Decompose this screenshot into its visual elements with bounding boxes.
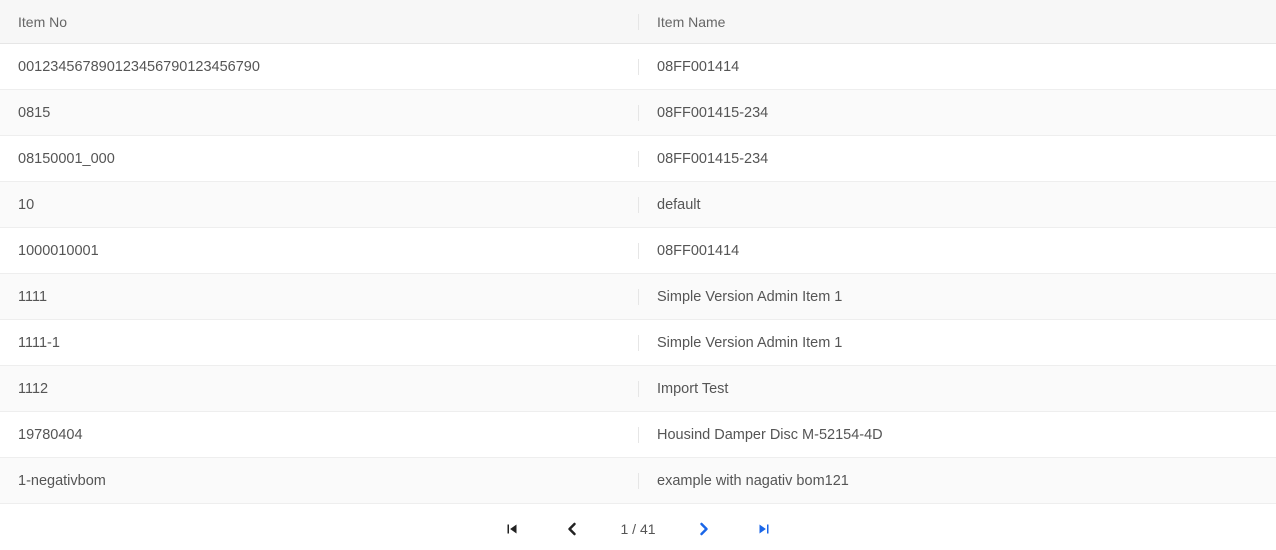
pager-last-button[interactable] bbox=[752, 517, 776, 541]
data-table: Item No Item Name 0012345678901234567901… bbox=[0, 0, 1276, 504]
cell-item-no: 0815 bbox=[0, 105, 638, 121]
table-row[interactable]: 00123456789012345679012345679008FF001414 bbox=[0, 44, 1276, 90]
cell-item-name: Simple Version Admin Item 1 bbox=[638, 289, 1276, 305]
cell-item-no: 08150001_000 bbox=[0, 151, 638, 167]
pager-prev-button[interactable] bbox=[560, 517, 584, 541]
column-header-item-no[interactable]: Item No bbox=[0, 14, 638, 30]
cell-item-no: 1111-1 bbox=[0, 335, 638, 351]
table-body: 00123456789012345679012345679008FF001414… bbox=[0, 44, 1276, 504]
table-row[interactable]: 1111-1Simple Version Admin Item 1 bbox=[0, 320, 1276, 366]
table-row[interactable]: 100001000108FF001414 bbox=[0, 228, 1276, 274]
table-row[interactable]: 1-negativbomexample with nagativ bom121 bbox=[0, 458, 1276, 504]
cell-item-name: 08FF001415-234 bbox=[638, 151, 1276, 167]
cell-item-no: 10 bbox=[0, 197, 638, 213]
cell-item-name: example with nagativ bom121 bbox=[638, 473, 1276, 489]
table-row[interactable]: 081508FF001415-234 bbox=[0, 90, 1276, 136]
table-row[interactable]: 10default bbox=[0, 182, 1276, 228]
table-row[interactable]: 1112Import Test bbox=[0, 366, 1276, 412]
pager-first-button[interactable] bbox=[500, 517, 524, 541]
cell-item-no: 19780404 bbox=[0, 427, 638, 443]
pager-page-label: 1 / 41 bbox=[620, 521, 655, 537]
cell-item-name: Simple Version Admin Item 1 bbox=[638, 335, 1276, 351]
column-header-item-name[interactable]: Item Name bbox=[638, 14, 1276, 30]
cell-item-name: 08FF001415-234 bbox=[638, 105, 1276, 121]
table-row[interactable]: 08150001_00008FF001415-234 bbox=[0, 136, 1276, 182]
chevron-left-icon bbox=[562, 519, 582, 539]
cell-item-no: 1112 bbox=[0, 381, 638, 397]
cell-item-name: default bbox=[638, 197, 1276, 213]
pager-next-button[interactable] bbox=[692, 517, 716, 541]
table-header: Item No Item Name bbox=[0, 0, 1276, 44]
pager: 1 / 41 bbox=[0, 504, 1276, 548]
cell-item-no: 1-negativbom bbox=[0, 473, 638, 489]
chevron-right-icon bbox=[694, 519, 714, 539]
skip-last-icon bbox=[755, 520, 773, 538]
cell-item-name: 08FF001414 bbox=[638, 243, 1276, 259]
cell-item-name: Housind Damper Disc M-52154-4D bbox=[638, 427, 1276, 443]
cell-item-name: Import Test bbox=[638, 381, 1276, 397]
cell-item-no: 1000010001 bbox=[0, 243, 638, 259]
table-row[interactable]: 19780404Housind Damper Disc M-52154-4D bbox=[0, 412, 1276, 458]
skip-first-icon bbox=[503, 520, 521, 538]
cell-item-no: 001234567890123456790123456790 bbox=[0, 59, 638, 75]
cell-item-name: 08FF001414 bbox=[638, 59, 1276, 75]
cell-item-no: 1111 bbox=[0, 289, 638, 305]
table-row[interactable]: 1111Simple Version Admin Item 1 bbox=[0, 274, 1276, 320]
